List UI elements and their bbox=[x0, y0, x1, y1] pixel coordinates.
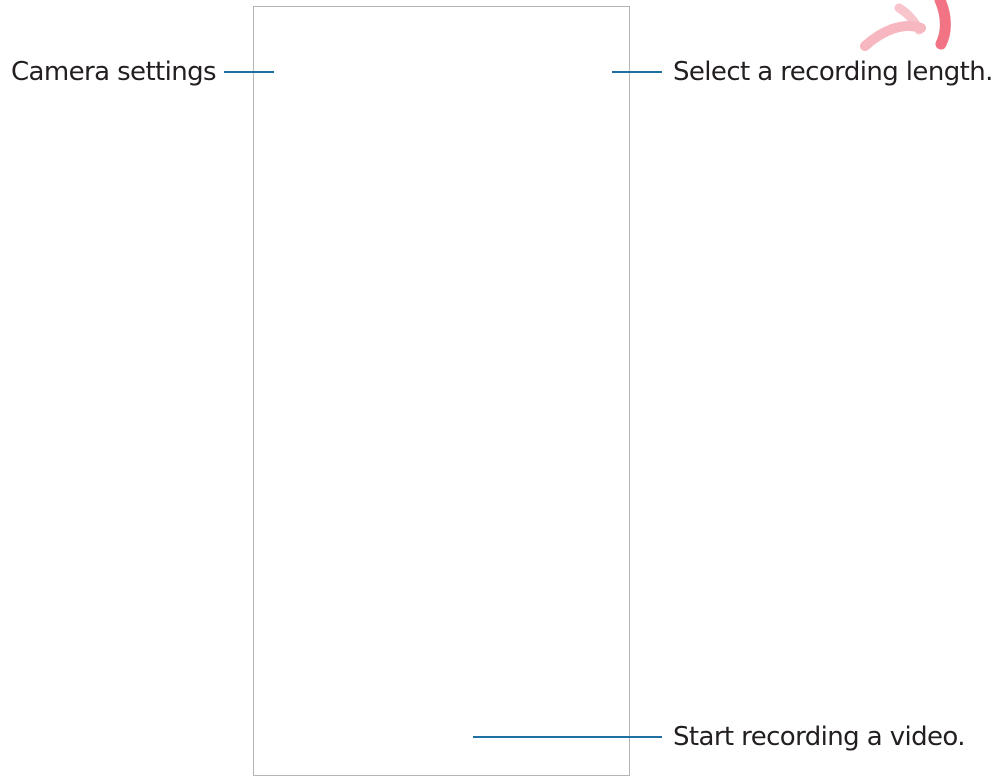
recording-length-leader-line bbox=[612, 71, 662, 73]
recording-length-label: Select a recording length. bbox=[673, 57, 993, 87]
watermark-arc-icon bbox=[860, 0, 951, 51]
camera-settings-leader-line bbox=[224, 71, 274, 73]
phone-screen-frame bbox=[253, 6, 630, 776]
start-recording-leader-line bbox=[473, 736, 662, 738]
start-recording-label: Start recording a video. bbox=[673, 722, 966, 752]
camera-settings-label: Camera settings bbox=[11, 57, 217, 87]
